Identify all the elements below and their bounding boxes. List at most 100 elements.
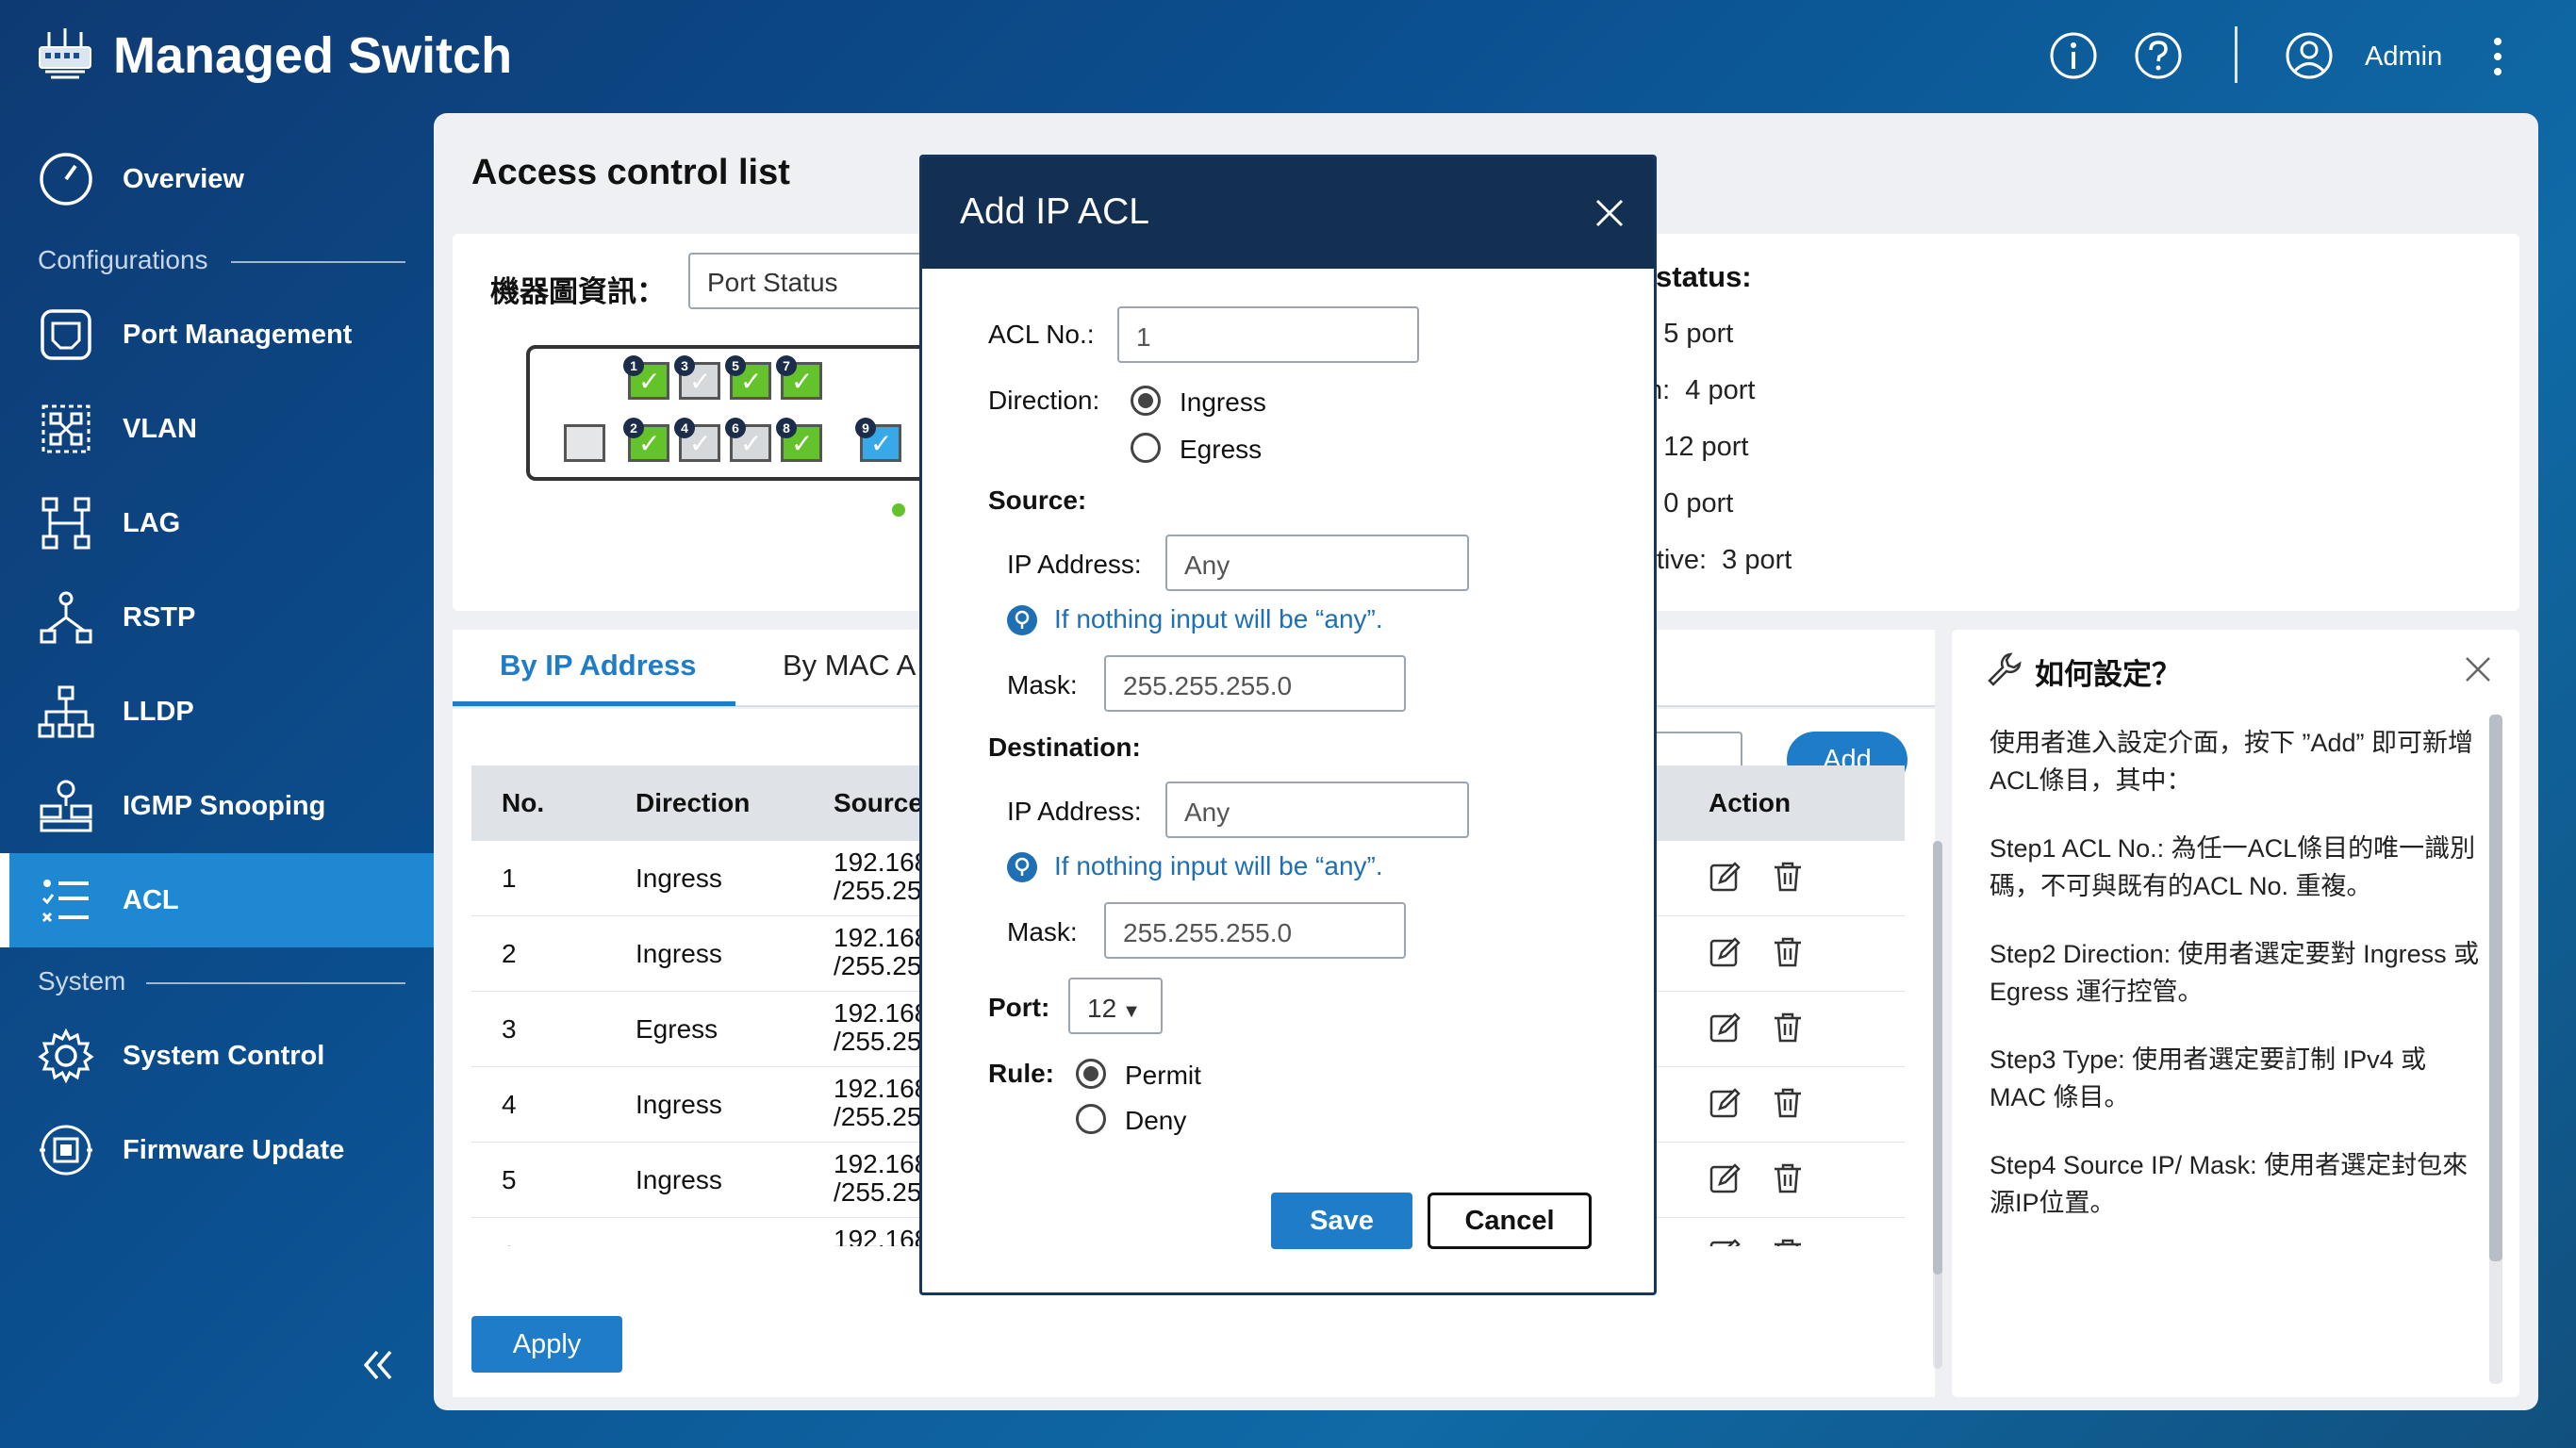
port-7[interactable]: 7 ✓: [776, 355, 822, 400]
cell-direction: Ingress: [636, 1241, 722, 1246]
port-8[interactable]: 8 ✓: [776, 418, 822, 462]
info-hint-icon: [1007, 852, 1037, 882]
user-avatar-icon[interactable]: [2284, 30, 2335, 81]
cell-direction: Ingress: [636, 864, 722, 893]
cell-no: 1: [502, 864, 517, 893]
sidebar-item-igmp-snooping[interactable]: IGMP Snooping: [0, 759, 434, 853]
edit-icon[interactable]: [1709, 935, 1742, 969]
sidebar-item-firmware-update[interactable]: Firmware Update: [0, 1103, 434, 1197]
switch-diagram: 1 ✓ 3 ✓ 5 ✓ 7 ✓ 2 ✓ 4 ✓ 6 ✓ 8 ✓ 9 ✓: [526, 345, 941, 481]
top-bar: Managed Switch Admin: [0, 0, 2576, 113]
cell-no: 6: [502, 1241, 517, 1246]
lag-icon: [41, 497, 91, 550]
rule-deny-radio[interactable]: [1076, 1104, 1106, 1134]
source-hint-text: If nothing input will be “any”.: [1054, 604, 1383, 634]
edit-icon[interactable]: [1709, 1161, 1742, 1195]
app-title: Managed Switch: [113, 27, 513, 84]
destination-ip-input[interactable]: Any: [1165, 782, 1469, 838]
direction-egress-radio[interactable]: [1131, 433, 1161, 463]
sidebar-item-overview[interactable]: Overview: [0, 132, 434, 226]
tab-by-ip-address[interactable]: By IP Address: [500, 649, 696, 683]
help-body: 使用者進入設定介面，按下 ”Add” 即可新增ACL條目，其中： Step1 A…: [1990, 724, 2480, 1252]
tab-by-mac-address[interactable]: By MAC A: [783, 649, 916, 683]
edit-icon[interactable]: [1709, 1011, 1742, 1045]
delete-icon[interactable]: [1771, 1161, 1805, 1195]
active-tab-indicator: [453, 701, 735, 706]
close-help-icon[interactable]: [2463, 654, 2493, 684]
edit-icon[interactable]: [1709, 1086, 1742, 1120]
info-icon[interactable]: [2048, 30, 2099, 81]
sidebar-item-lag[interactable]: LAG: [0, 476, 434, 570]
delete-icon[interactable]: [1771, 1086, 1805, 1120]
cell-source: 192.168/255.25: [834, 848, 928, 905]
top-bar-divider: [2235, 26, 2237, 83]
sidebar-item-lldp[interactable]: LLDP: [0, 665, 434, 759]
source-mask-label: Mask:: [1007, 670, 1078, 699]
cell-direction: Ingress: [636, 1165, 722, 1194]
wrench-icon: [1988, 652, 2022, 686]
port-select[interactable]: 12 ▼: [1068, 978, 1163, 1034]
acl-no-input[interactable]: 1: [1117, 306, 1419, 363]
source-ip-input[interactable]: Any: [1165, 535, 1469, 591]
acl-list-icon: [41, 880, 89, 923]
destination-label: Destination:: [988, 732, 1141, 762]
sidebar-item-rstp[interactable]: RSTP: [0, 570, 434, 665]
direction-option-label: Ingress: [1180, 387, 1266, 417]
help-paragraph: Step1 ACL No.: 為任一ACL條目的唯一識別碼，不可與既有的ACL …: [1990, 834, 2476, 900]
edit-icon[interactable]: [1709, 860, 1742, 894]
apply-button[interactable]: Apply: [471, 1316, 622, 1373]
cancel-button[interactable]: Cancel: [1428, 1193, 1592, 1249]
section-title-system: System: [38, 966, 126, 996]
port-5[interactable]: 5 ✓: [725, 355, 771, 400]
sidebar-item-vlan[interactable]: VLAN: [0, 382, 434, 476]
delete-icon[interactable]: [1771, 860, 1805, 894]
dialog-title: Add IP ACL: [960, 191, 1149, 232]
port-label: Port:: [988, 993, 1050, 1022]
dialog-header: Add IP ACL: [922, 157, 1654, 269]
cell-no: 2: [502, 939, 517, 968]
port-6[interactable]: 6 ✓: [725, 418, 771, 462]
help-paragraph: Step2 Direction: 使用者選定要對 Ingress 或 Egres…: [1990, 940, 2480, 1006]
sidebar: Overview Configurations Port Management …: [0, 123, 434, 1448]
source-ip-label: IP Address:: [1007, 550, 1142, 579]
cell-no: 3: [502, 1014, 517, 1044]
source-mask-input[interactable]: 255.255.255.0: [1104, 655, 1406, 712]
help-scrollbar[interactable]: [2489, 715, 2502, 1261]
edit-icon[interactable]: [1709, 1237, 1742, 1246]
direction-ingress-radio[interactable]: [1131, 386, 1161, 416]
close-icon[interactable]: [1593, 197, 1626, 229]
direction-label: Direction:: [988, 386, 1100, 415]
port-status-row: : 12 port: [1641, 432, 1749, 462]
delete-icon[interactable]: [1771, 935, 1805, 969]
sidebar-item-port-management[interactable]: Port Management: [0, 288, 434, 382]
save-button[interactable]: Save: [1271, 1193, 1412, 1249]
help-paragraph: Step4 Source IP/ Mask: 使用者選定封包來源IP位置。: [1990, 1151, 2469, 1217]
port-9[interactable]: 9 ✓: [855, 418, 901, 462]
column-direction: Direction: [636, 788, 751, 817]
cell-source: 192.168/255.25: [834, 924, 928, 980]
delete-icon[interactable]: [1771, 1237, 1805, 1246]
table-scrollbar[interactable]: [1933, 841, 1942, 1275]
device-view-select[interactable]: Port Status: [688, 253, 933, 309]
help-paragraph: 使用者進入設定介面，按下 ”Add” 即可新增ACL條目，其中：: [1990, 729, 2474, 795]
direction-option-label: Egress: [1180, 435, 1263, 464]
more-vertical-icon[interactable]: [2476, 30, 2519, 81]
port-4[interactable]: 4 ✓: [674, 418, 720, 462]
cell-no: 4: [502, 1090, 517, 1119]
port-3[interactable]: 3 ✓: [674, 355, 720, 400]
destination-hint-text: If nothing input will be “any”.: [1054, 851, 1383, 880]
cell-source: 192.168: [834, 1226, 928, 1246]
user-name[interactable]: Admin: [2365, 41, 2442, 73]
collapse-sidebar-icon[interactable]: [358, 1346, 396, 1384]
sidebar-item-system-control[interactable]: System Control: [0, 1009, 434, 1103]
rule-permit-radio[interactable]: [1076, 1059, 1106, 1089]
destination-ip-label: IP Address:: [1007, 797, 1142, 826]
port-1[interactable]: 1 ✓: [623, 355, 669, 400]
sidebar-item-acl[interactable]: ACL: [0, 853, 434, 947]
help-icon[interactable]: [2133, 30, 2184, 81]
destination-mask-input[interactable]: 255.255.255.0: [1104, 902, 1406, 959]
port-2[interactable]: 2 ✓: [623, 418, 669, 462]
delete-icon[interactable]: [1771, 1011, 1805, 1045]
console-port: [564, 424, 605, 462]
section-title-configurations: Configurations: [38, 245, 208, 274]
